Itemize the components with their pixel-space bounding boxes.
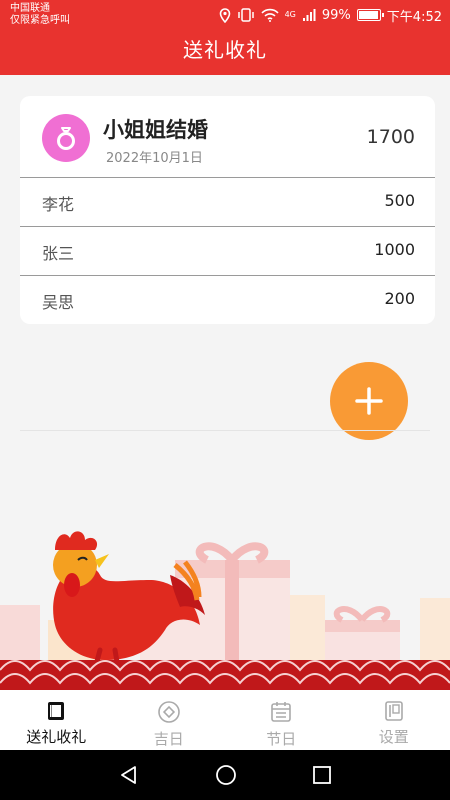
battery-percent: 99% <box>321 7 351 23</box>
tab-lucky-days[interactable]: 吉日 <box>113 690 226 750</box>
back-icon[interactable] <box>118 764 140 786</box>
add-event-button[interactable] <box>330 362 408 440</box>
page-title: 送礼收礼 <box>183 38 267 62</box>
event-title: 小姐姐结婚 <box>103 118 208 142</box>
carrier-status: 仅限紧急呼叫 <box>10 15 70 26</box>
location-icon <box>219 7 230 23</box>
giver-name: 张三 <box>42 244 75 263</box>
ring-icon <box>42 114 90 162</box>
festive-rooster-illustration <box>0 531 450 690</box>
carrier-name: 中国联通 <box>10 3 50 14</box>
gift-amount: 200 <box>384 289 415 308</box>
event-date: 2022年10月1日 <box>106 151 203 166</box>
recent-apps-icon[interactable] <box>312 765 332 785</box>
settings-book-icon <box>384 701 403 721</box>
tab-label: 吉日 <box>153 730 184 748</box>
gift-row[interactable]: 李花 500 <box>20 178 435 227</box>
gift-amount: 500 <box>384 191 415 210</box>
vibrate-icon <box>237 8 254 22</box>
plus-icon <box>355 387 383 415</box>
gift-amount: 1000 <box>374 240 415 259</box>
tab-label: 送礼收礼 <box>26 728 87 746</box>
battery-icon <box>356 9 384 21</box>
ledger-icon <box>48 702 65 720</box>
wifi-icon <box>261 8 279 22</box>
system-navigation-bar <box>0 750 450 800</box>
divider <box>20 430 430 431</box>
tab-festivals[interactable]: 节日 <box>225 690 338 750</box>
carrier-info: 中国联通 仅限紧急呼叫 <box>10 3 70 27</box>
home-icon[interactable] <box>215 764 237 786</box>
coin-icon <box>157 701 180 723</box>
event-total: 1700 <box>366 126 415 148</box>
status-indicators: 4G 99% 下午4:52 <box>219 6 442 25</box>
bottom-tab-bar: 送礼收礼 吉日 节日 设置 <box>0 690 450 750</box>
signal-icon <box>302 9 316 21</box>
network-type-label: 4G <box>284 10 296 19</box>
giver-name: 吴思 <box>42 293 75 312</box>
tab-settings[interactable]: 设置 <box>338 690 450 750</box>
tab-label: 设置 <box>378 728 409 746</box>
giver-name: 李花 <box>42 195 75 214</box>
app-header: 中国联通 仅限紧急呼叫 4G 99% 下午4:52 送礼收礼 <box>0 0 450 75</box>
clock: 下午4:52 <box>386 9 442 25</box>
event-header[interactable]: 小姐姐结婚 2022年10月1日 1700 <box>20 96 435 178</box>
tab-label: 节日 <box>266 730 297 748</box>
calendar-icon <box>271 702 292 722</box>
battery-level <box>358 11 378 19</box>
wave-pattern <box>0 660 450 690</box>
gift-row[interactable]: 吴思 200 <box>20 276 435 324</box>
tab-gifts[interactable]: 送礼收礼 <box>0 690 113 750</box>
event-card[interactable]: 小姐姐结婚 2022年10月1日 1700 李花 500 张三 1000 吴思 … <box>20 96 435 324</box>
gift-row[interactable]: 张三 1000 <box>20 227 435 276</box>
